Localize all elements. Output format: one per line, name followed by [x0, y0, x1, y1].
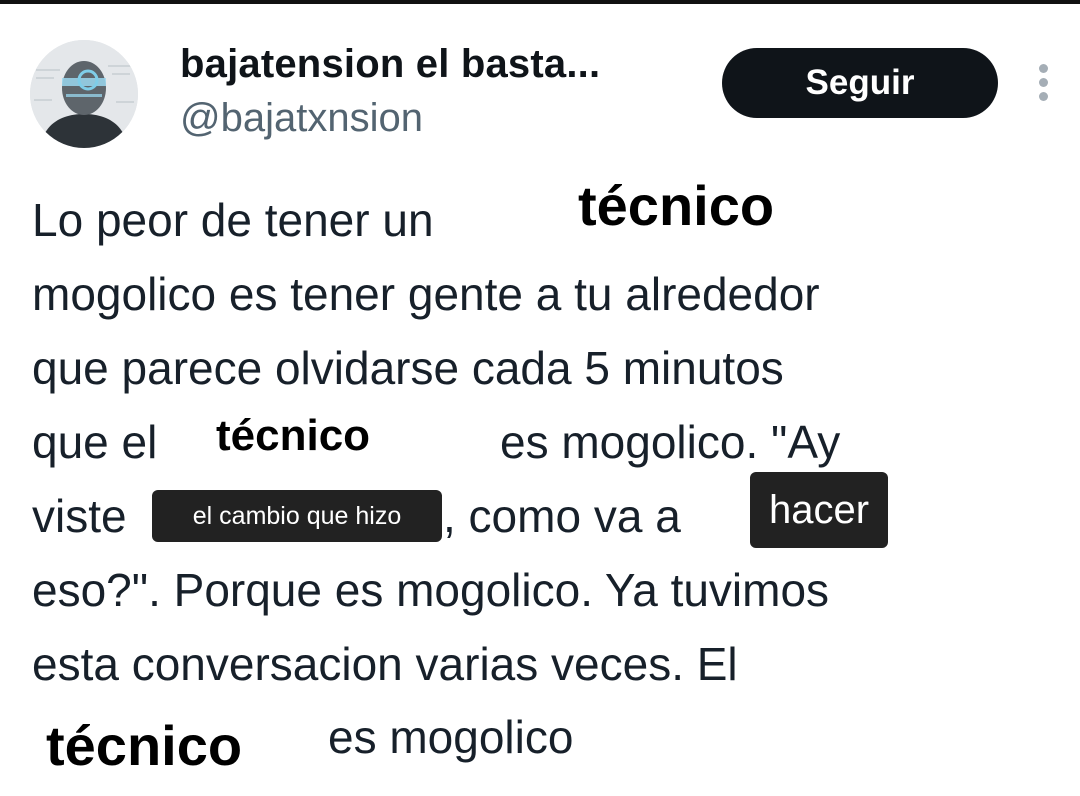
overlay-word-tecnico-3: técnico: [46, 714, 243, 777]
top-divider: [0, 0, 1080, 4]
tweet-line-4b: es mogolico. "Ay: [500, 416, 841, 468]
overlay-caption-verb: hacer: [750, 472, 888, 548]
tweet-line-3: que parece olvidarse cada 5 minutos: [32, 342, 784, 394]
user-avatar-icon: [30, 40, 138, 148]
tweet-line-1: Lo peor de tener un: [32, 194, 434, 246]
tweet-line-4a: que el: [32, 416, 158, 468]
tweet-line-8: es mogolico: [328, 711, 574, 763]
overlay-word-tecnico-2: técnico: [216, 411, 371, 460]
overlay-caption-phrase: el cambio que hizo: [152, 490, 442, 542]
tweet-line-7: esta conversacion varias veces. El: [32, 638, 738, 690]
display-name[interactable]: bajatension el basta...: [180, 42, 600, 87]
tweet-line-5a: viste: [32, 490, 127, 542]
user-handle[interactable]: @bajatxnsion: [180, 96, 423, 141]
more-vertical-icon[interactable]: [1030, 62, 1058, 104]
avatar[interactable]: [30, 40, 138, 148]
tweet-line-2: mogolico es tener gente a tu alrededor: [32, 268, 820, 320]
tweet-line-6: eso?". Porque es mogolico. Ya tuvimos: [32, 564, 830, 616]
follow-button[interactable]: Seguir: [722, 48, 998, 118]
tweet-line-5b: , como va a: [443, 490, 681, 542]
overlay-word-tecnico-1: técnico: [578, 174, 775, 237]
